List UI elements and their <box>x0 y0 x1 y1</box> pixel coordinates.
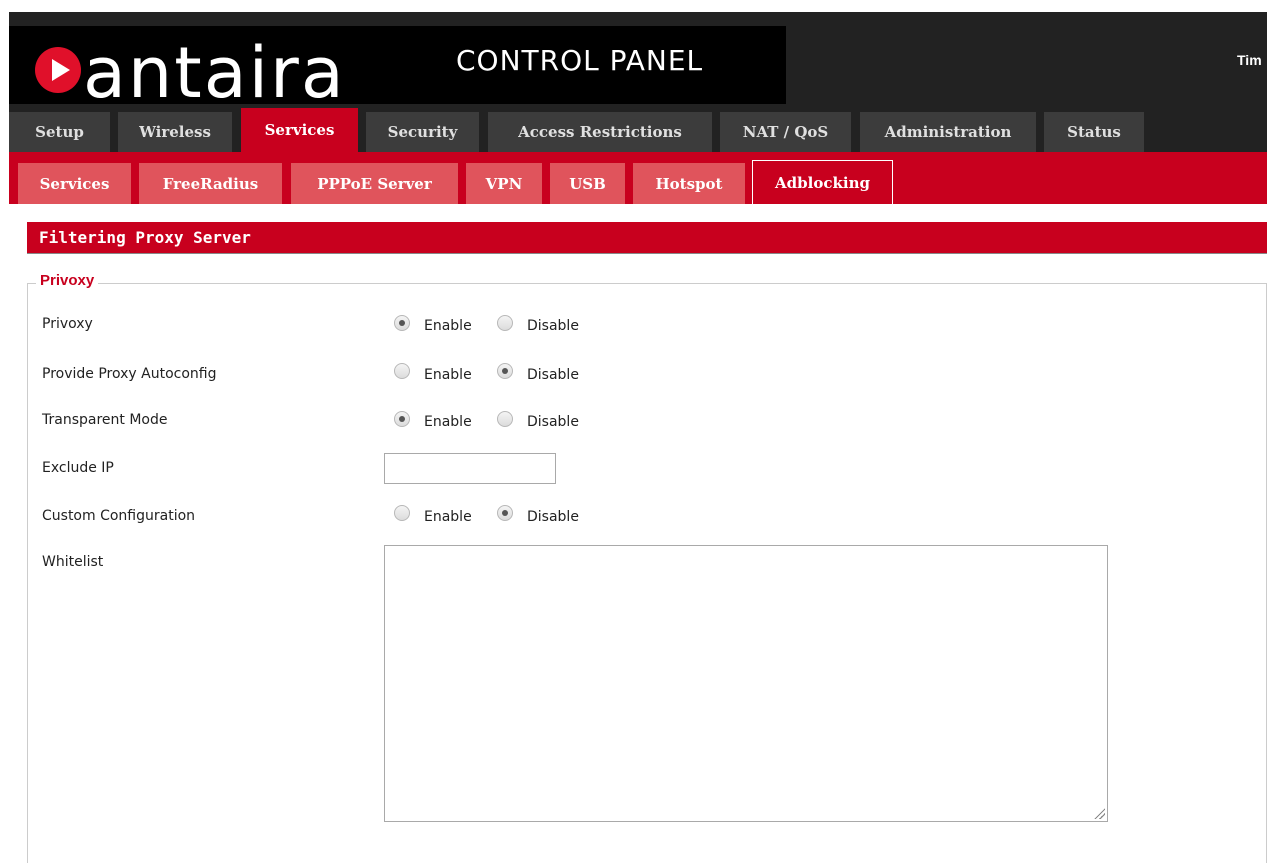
privoxy-enable-label: Enable <box>424 318 472 334</box>
exclude-ip-label: Exclude IP <box>42 460 114 476</box>
privoxy-enable-radio[interactable] <box>394 315 410 331</box>
sub-tab-vpn[interactable]: VPN <box>466 163 542 204</box>
privoxy-disable-label: Disable <box>527 318 579 334</box>
transparent-mode-enable-radio[interactable] <box>394 411 410 427</box>
custom-configuration-enable-label: Enable <box>424 509 472 525</box>
custom-configuration-enable-radio[interactable] <box>394 505 410 521</box>
header-corner-text: Tim <box>1237 52 1262 68</box>
window-top-margin <box>0 0 1267 12</box>
main-tab-setup[interactable]: Setup <box>9 112 110 152</box>
privoxy-label: Privoxy <box>42 316 93 332</box>
privoxy-disable-radio[interactable] <box>497 315 513 331</box>
textarea-resize-grip[interactable] <box>1093 807 1105 819</box>
main-tab-access-restrictions[interactable]: Access Restrictions <box>488 112 712 152</box>
sub-tab-adblocking[interactable]: Adblocking <box>752 160 893 204</box>
custom-configuration-label: Custom Configuration <box>42 508 196 524</box>
section-title: Filtering Proxy Server <box>27 222 1267 254</box>
transparent-mode-disable-label: Disable <box>527 414 579 430</box>
play-logo-icon <box>35 47 81 93</box>
exclude-ip-input[interactable] <box>384 453 556 484</box>
sub-tab-freeradius[interactable]: FreeRadius <box>139 163 282 204</box>
proxy-autoconfig-disable-label: Disable <box>527 367 579 383</box>
sub-tab-usb[interactable]: USB <box>550 163 625 204</box>
proxy-autoconfig-enable-radio[interactable] <box>394 363 410 379</box>
proxy-autoconfig-disable-radio[interactable] <box>497 363 513 379</box>
main-tab-administration[interactable]: Administration <box>860 112 1036 152</box>
main-tab-status[interactable]: Status <box>1044 112 1144 152</box>
antaira-logo: antaira <box>35 38 346 108</box>
transparent-mode-enable-label: Enable <box>424 414 472 430</box>
control-panel-title: CONTROL PANEL <box>456 44 704 77</box>
main-tab-nat-qos[interactable]: NAT / QoS <box>720 112 851 152</box>
main-tab-security[interactable]: Security <box>366 112 479 152</box>
transparent-mode-disable-radio[interactable] <box>497 411 513 427</box>
sub-tab-hotspot[interactable]: Hotspot <box>633 163 745 204</box>
fieldset-legend: Privoxy <box>36 272 99 289</box>
main-tab-services[interactable]: Services <box>241 108 358 152</box>
sub-tab-pppoe-server[interactable]: PPPoE Server <box>291 163 458 204</box>
custom-configuration-disable-label: Disable <box>527 509 579 525</box>
whitelist-textarea[interactable] <box>384 545 1108 822</box>
whitelist-label: Whitelist <box>42 554 104 570</box>
proxy-autoconfig-label: Provide Proxy Autoconfig <box>42 366 217 382</box>
custom-configuration-disable-radio[interactable] <box>497 505 513 521</box>
proxy-autoconfig-enable-label: Enable <box>424 367 472 383</box>
sub-tab-services[interactable]: Services <box>18 163 131 204</box>
logo-text: antaira <box>83 32 346 114</box>
transparent-mode-label: Transparent Mode <box>42 412 168 428</box>
main-tab-wireless[interactable]: Wireless <box>118 112 232 152</box>
